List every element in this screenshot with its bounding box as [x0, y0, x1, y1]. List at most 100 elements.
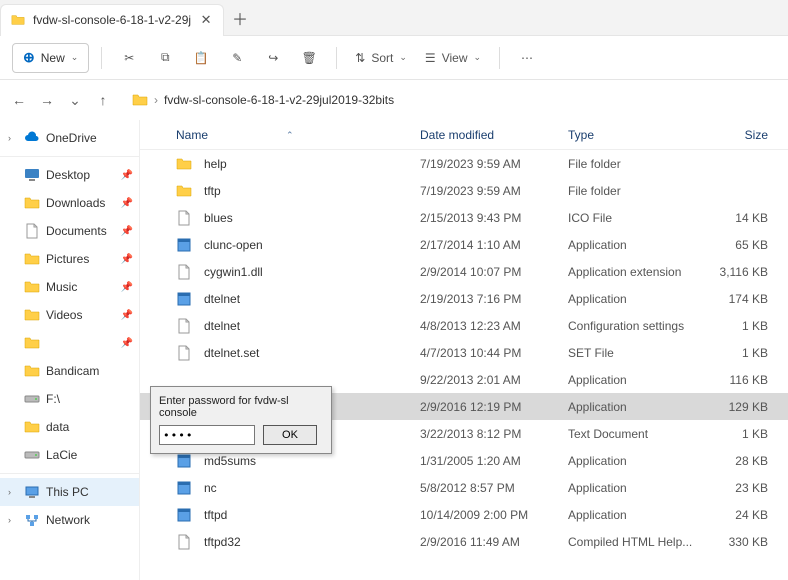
file-row[interactable]: blues 2/15/2013 9:43 PM ICO File 14 KB	[140, 204, 788, 231]
sort-button[interactable]: ⇅ Sort ⌄	[349, 43, 413, 73]
more-button[interactable]: ⋯	[512, 43, 542, 73]
pin-icon: 📌	[121, 226, 133, 237]
sidebar: › OneDrive Desktop 📌 Downloads 📌 Documen…	[0, 120, 140, 580]
file-name: md5sums	[204, 454, 420, 468]
file-name: tftp	[204, 184, 420, 198]
sidebar-item-onedrive[interactable]: › OneDrive	[0, 124, 139, 152]
file-size: 174 KB	[698, 292, 768, 306]
forward-button[interactable]: →	[38, 92, 56, 108]
file-type: ICO File	[568, 211, 698, 225]
address-bar[interactable]: › fvdw-sl-console-6-18-1-v2-29jul2019-32…	[122, 92, 778, 108]
app-icon	[176, 507, 192, 523]
file-name: blues	[204, 211, 420, 225]
file-row[interactable]: tftp 7/19/2023 9:59 AM File folder	[140, 177, 788, 204]
sidebar-item-pictures[interactable]: Pictures 📌	[0, 245, 139, 273]
file-size: 129 KB	[698, 400, 768, 414]
app-icon	[176, 453, 192, 469]
ok-button[interactable]: OK	[263, 425, 317, 445]
view-button[interactable]: ☰ View ⌄	[419, 43, 487, 73]
network-icon	[24, 512, 40, 528]
breadcrumb-item[interactable]: fvdw-sl-console-6-18-1-v2-29jul2019-32bi…	[164, 93, 394, 107]
file-row[interactable]: help 7/19/2023 9:59 AM File folder	[140, 150, 788, 177]
column-date[interactable]: Date modified	[420, 128, 568, 142]
sidebar-item-downloads[interactable]: Downloads 📌	[0, 189, 139, 217]
documents-icon	[24, 223, 40, 239]
rename-button[interactable]: ✎	[222, 43, 252, 73]
view-icon: ☰	[425, 51, 436, 65]
paste-button[interactable]: 📋	[186, 43, 216, 73]
file-row[interactable]: dtelnet 2/19/2013 7:16 PM Application 17…	[140, 285, 788, 312]
separator	[0, 156, 139, 157]
sidebar-item-videos[interactable]: Videos 📌	[0, 301, 139, 329]
sidebar-item-label: Documents	[46, 224, 107, 238]
file-type: Compiled HTML Help...	[568, 535, 698, 549]
back-button[interactable]: ←	[10, 92, 28, 108]
music-icon	[24, 279, 40, 295]
file-row[interactable]: cygwin1.dll 2/9/2014 10:07 PM Applicatio…	[140, 258, 788, 285]
sidebar-item-blank[interactable]: 📌	[0, 329, 139, 357]
new-tab-button[interactable]: ＋	[224, 2, 256, 34]
drive-icon	[24, 391, 40, 407]
file-name: tftpd32	[204, 535, 420, 549]
new-button[interactable]: ⊕ New ⌄	[12, 43, 89, 73]
file-row[interactable]: dtelnet 4/8/2013 12:23 AM Configuration …	[140, 312, 788, 339]
separator	[0, 473, 139, 474]
recent-button[interactable]: ⌄	[66, 92, 84, 109]
app-icon	[176, 480, 192, 496]
pin-icon: 📌	[121, 282, 133, 293]
ellipsis-icon: ⋯	[521, 51, 533, 65]
sidebar-item-thispc[interactable]: › This PC	[0, 478, 139, 506]
nav-buttons: ← → ⌄ ↑	[10, 92, 112, 109]
rename-icon: ✎	[232, 51, 242, 65]
sidebar-item-label: Downloads	[46, 196, 105, 210]
password-input[interactable]	[159, 425, 255, 445]
file-name: dtelnet	[204, 319, 420, 333]
file-row[interactable]: tftpd 10/14/2009 2:00 PM Application 24 …	[140, 501, 788, 528]
pin-icon: 📌	[121, 254, 133, 265]
file-date: 7/19/2023 9:59 AM	[420, 184, 568, 198]
sidebar-item-music[interactable]: Music 📌	[0, 273, 139, 301]
up-button[interactable]: ↑	[94, 92, 112, 108]
file-date: 4/8/2013 12:23 AM	[420, 319, 568, 333]
file-date: 2/9/2014 10:07 PM	[420, 265, 568, 279]
sidebar-item-label: This PC	[46, 485, 89, 499]
file-name: cygwin1.dll	[204, 265, 420, 279]
copy-button[interactable]: ⧉	[150, 43, 180, 73]
tab-bar: fvdw-sl-console-6-18-1-v2-29j ✕ ＋	[0, 0, 788, 36]
file-date: 10/14/2009 2:00 PM	[420, 508, 568, 522]
sidebar-item-desktop[interactable]: Desktop 📌	[0, 161, 139, 189]
file-row[interactable]: nc 5/8/2012 8:57 PM Application 23 KB	[140, 474, 788, 501]
file-date: 2/9/2016 12:19 PM	[420, 400, 568, 414]
file-date: 3/22/2013 8:12 PM	[420, 427, 568, 441]
file-row[interactable]: clunc-open 2/17/2014 1:10 AM Application…	[140, 231, 788, 258]
cut-button[interactable]: ✂	[114, 43, 144, 73]
sidebar-item-f[interactable]: F:\	[0, 385, 139, 413]
sidebar-item-lacie[interactable]: LaCie	[0, 441, 139, 469]
sidebar-item-network[interactable]: › Network	[0, 506, 139, 534]
column-type[interactable]: Type	[568, 128, 698, 142]
app2-icon	[176, 291, 192, 307]
column-name[interactable]: Name ⌃	[176, 128, 420, 142]
close-icon[interactable]: ✕	[199, 13, 213, 27]
file-row[interactable]: tftpd32 2/9/2016 11:49 AM Compiled HTML …	[140, 528, 788, 555]
sidebar-item-data[interactable]: data	[0, 413, 139, 441]
share-button[interactable]: ↪	[258, 43, 288, 73]
pin-icon: 📌	[121, 170, 133, 181]
sidebar-item-label: LaCie	[46, 448, 77, 462]
file-type: File folder	[568, 157, 698, 171]
file-list: Name ⌃ Date modified Type Size help 7/19…	[140, 120, 788, 580]
file-size: 23 KB	[698, 481, 768, 495]
delete-button[interactable]: 🗑	[294, 43, 324, 73]
sidebar-item-documents[interactable]: Documents 📌	[0, 217, 139, 245]
sidebar-item-bandicam[interactable]: Bandicam	[0, 357, 139, 385]
file-size: 330 KB	[698, 535, 768, 549]
sidebar-item-label: Videos	[46, 308, 82, 322]
tab-active[interactable]: fvdw-sl-console-6-18-1-v2-29j ✕	[0, 4, 224, 36]
file-size: 14 KB	[698, 211, 768, 225]
pin-icon: 📌	[121, 198, 133, 209]
plus-icon: ⊕	[23, 49, 35, 66]
column-size[interactable]: Size	[698, 128, 768, 142]
drive-icon	[24, 447, 40, 463]
new-label: New	[41, 51, 65, 65]
file-row[interactable]: dtelnet.set 4/7/2013 10:44 PM SET File 1…	[140, 339, 788, 366]
